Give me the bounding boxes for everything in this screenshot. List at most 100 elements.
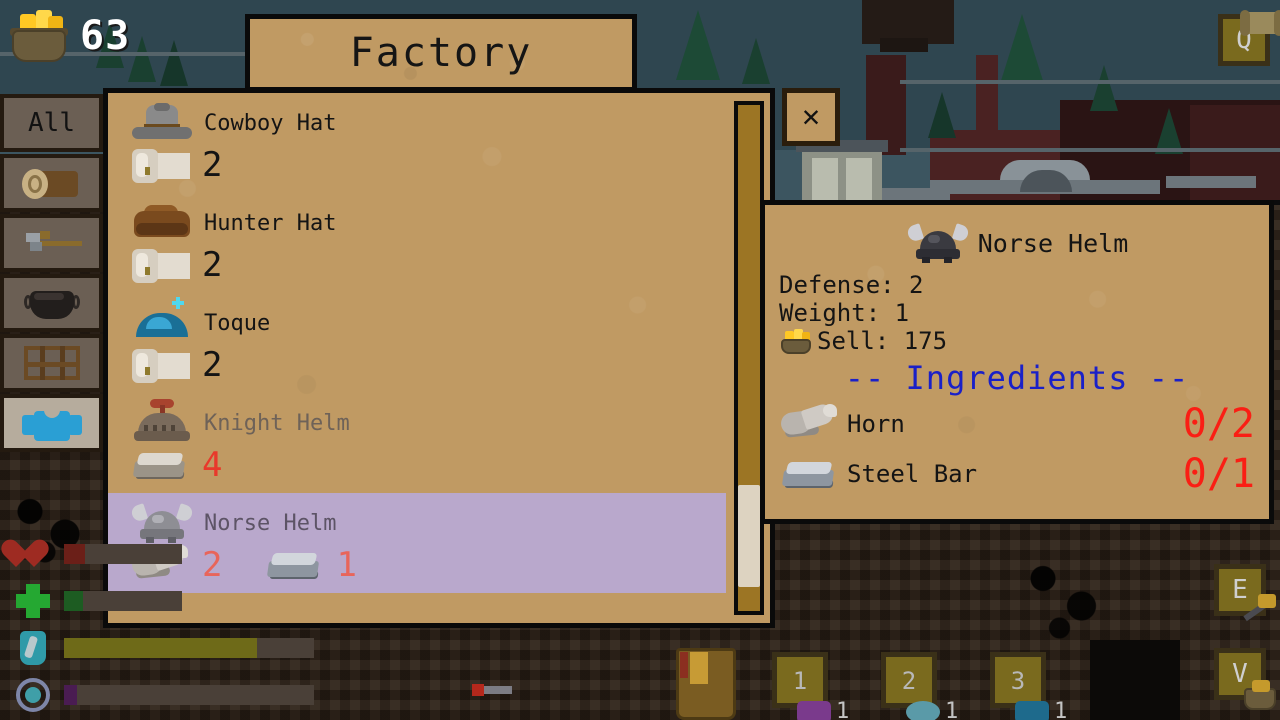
coin-pouch-icon [8,8,70,64]
ingredient-qty: 1 [336,545,357,585]
scenery-stone [870,188,950,200]
hotbar-item-count: 1 [836,699,850,720]
ingredient-cell: 2 [130,141,222,189]
ore-vein [1010,540,1120,650]
log-icon [20,163,84,203]
hotbar-slot-2[interactable]: 2 1 [881,652,958,720]
cloth-icon [130,241,194,289]
ingredient-qty: 2 [202,145,223,185]
exp-bar-fill [64,684,77,705]
horn-icon [779,400,843,448]
category-button-all[interactable]: All [0,94,103,152]
scenery-tree [928,92,956,138]
item-info-panel: Norse Helm Defense: 2 Weight: 1 Sell: 17… [760,200,1274,524]
recipe-row-cowboy-hat[interactable]: Cowboy Hat 2 [108,93,726,193]
gold-amount: 63 [80,13,131,59]
bag-icon [1238,676,1280,712]
info-ingredient-count: 0/1 [1182,451,1255,497]
blue-gem-icon [906,700,940,720]
info-item-title: Norse Helm [977,228,1129,258]
scenery-tree [742,38,770,84]
stamina-bar-fill [64,590,83,611]
info-stat-defense: Defense: 2 [779,271,1255,299]
category-button-furniture[interactable] [0,334,103,392]
info-stat-weight: Weight: 1 [779,299,1255,327]
info-ingredient-name: Steel Bar [847,460,978,488]
scenery-tree [128,36,156,82]
hotbar[interactable]: 1 1 2 1 3 1 [772,652,1067,720]
pot-icon [20,283,84,323]
hotbar-slot-1[interactable]: 1 1 [772,652,849,720]
stone-bar-icon [130,441,194,489]
status-bar-exp [2,671,332,718]
scenery-window [846,158,872,202]
info-ingredient-count: 0/2 [1182,401,1255,447]
cloth-icon [130,341,194,389]
teal-ore-icon [1015,700,1049,720]
category-button-tools[interactable] [0,214,103,272]
page-title: Factory [349,30,533,76]
recipe-row-toque[interactable]: Toque 2 [108,293,726,393]
recipe-row-knight-helm[interactable]: Knight Helm 4 [108,393,726,493]
scrollbar-thumb[interactable] [738,485,760,587]
status-bar-health [2,530,332,577]
gold-counter: 63 [8,8,130,64]
ingredient-qty: 2 [202,245,223,285]
recipe-ingredients: 2 [130,343,726,387]
scroll-icon [1240,6,1280,42]
shelf-icon [20,343,84,383]
mana-bar-track [64,637,314,658]
info-ingredient-horn: Horn 0/2 [779,399,1255,449]
status-bar-stamina [2,577,332,624]
scenery-tree [1000,14,1044,84]
tool-icon [20,223,84,263]
coin-pouch-icon [779,328,813,354]
category-button-cooking[interactable] [0,274,103,332]
toque-icon [130,297,194,347]
scenery-chimney [976,55,998,135]
hotbar-slot-3[interactable]: 3 1 [990,652,1067,720]
hotbar-slot-number: 1 [792,667,808,695]
scenery-building [1190,105,1280,210]
ingredient-qty: 4 [202,445,223,485]
recipe-ingredients: 2 [130,143,726,187]
knight-helm-icon [130,399,194,447]
recipe-name: Toque [204,310,271,336]
player-status-bars [2,530,332,718]
ingredient-cell: 2 [130,241,222,289]
recipe-name: Knight Helm [204,410,350,436]
hotbar-item: 1 [797,699,849,720]
hotbar-item: 1 [1015,699,1067,720]
buried-item [472,684,484,696]
ingredient-cell: 4 [130,441,222,489]
category-label-all: All [28,108,75,138]
close-button[interactable]: ✕ [782,88,840,146]
info-ingredient-steel-bar: Steel Bar 0/1 [779,449,1255,499]
exp-bar-track [64,684,314,705]
recipe-name: Hunter Hat [204,210,337,236]
scenery-tree [1090,65,1118,111]
close-icon: ✕ [801,99,821,134]
scenery-wire [900,80,1280,84]
barrel-highlight [690,652,708,684]
stamina-bar-track [64,590,182,611]
category-button-wood[interactable] [0,154,103,212]
hotbar-slot-number: 3 [1010,667,1026,695]
info-stat-weight-label: Weight: 1 [779,299,910,327]
recipe-row-hunter-hat[interactable]: Hunter Hat 2 [108,193,726,293]
status-bar-mana [2,624,332,671]
shirt-icon [20,403,84,443]
window-title-bar: Factory [245,14,637,92]
category-sidebar[interactable]: All [0,94,103,452]
pickaxe-icon [1238,592,1280,628]
barrel-band [680,652,688,678]
scenery-tree [676,10,720,80]
ring-icon [10,674,56,716]
green-cross-icon [10,580,56,622]
hotbar-slot-number: 2 [901,667,917,695]
ingredient-qty: 2 [202,345,223,385]
scenery-tree [160,40,188,86]
category-button-clothing[interactable] [0,394,103,452]
cowboy-hat-icon [130,99,194,147]
recipe-ingredients: 2 [130,243,726,287]
